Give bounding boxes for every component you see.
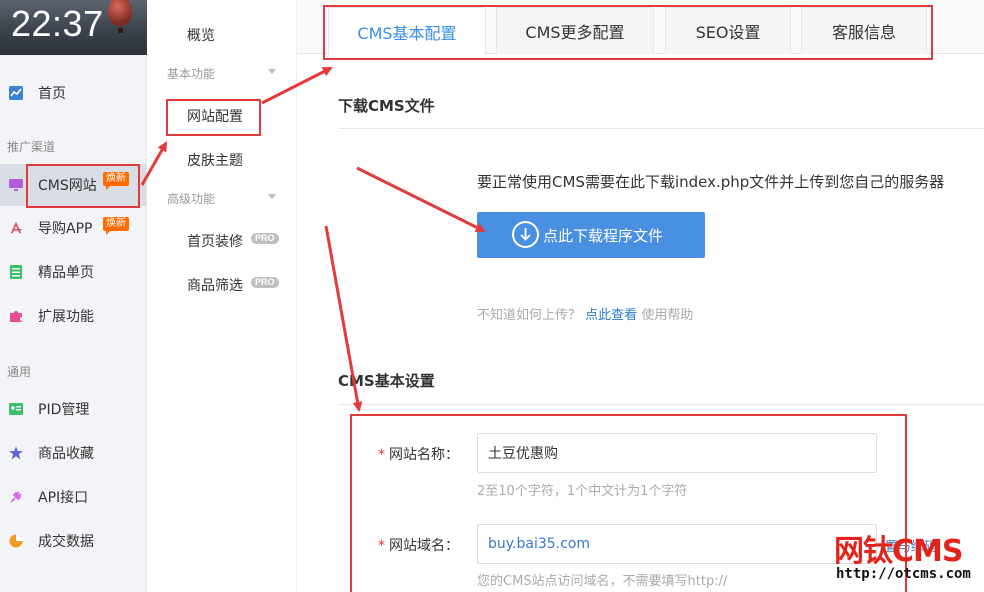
new-badge: 焕新 <box>103 217 129 235</box>
site-name-label: * 网站名称： <box>378 444 459 464</box>
sidebar-item-label: PID管理 <box>38 402 90 418</box>
submenu-label: 网站配置 <box>187 109 243 125</box>
tab-cms-basic[interactable]: CMS基本配置 <box>328 7 486 55</box>
site-name-input[interactable] <box>477 433 877 473</box>
upload-help: 不知道如何上传？ 点此查看 使用帮助 <box>477 304 693 323</box>
sidebar-item-label: 精品单页 <box>38 265 94 281</box>
pro-badge: PRO <box>251 277 279 288</box>
submenu-group-label: 基本功能 <box>167 67 216 81</box>
submenu-label: 首页装修 <box>187 234 243 250</box>
sidebar-item-label: API接口 <box>38 490 89 506</box>
sidebar-item-label: 首页 <box>38 86 66 102</box>
sidebar-item-app[interactable]: 导购APP 焕新 <box>0 208 146 248</box>
domain-hint: 您的CMS站点访问域名，不需要填写http:// <box>477 574 728 589</box>
sidebar-item-deals[interactable]: 成交数据 <box>0 521 146 561</box>
submenu-item-goods-filter[interactable]: 商品筛选 PRO <box>147 269 297 299</box>
download-description: 要正常使用CMS需要在此下载index.php文件并上传到您自己的服务器 <box>477 173 945 191</box>
balloon-icon <box>108 0 132 26</box>
chevron-down-icon <box>268 194 276 199</box>
config-tabs: CMS基本配置 CMS更多配置 SEO设置 客服信息 <box>297 0 984 55</box>
required-mark: * <box>378 538 385 554</box>
sidebar-item-api[interactable]: API接口 <box>0 477 146 517</box>
submenu-group-basic[interactable]: 基本功能 <box>167 65 276 82</box>
sidebar-group-general: 通用 <box>7 365 32 379</box>
site-name-hint: 2至10个字符，1个中文计为1个字符 <box>477 484 688 499</box>
submenu-item-skin[interactable]: 皮肤主题 <box>147 144 297 174</box>
main-sidebar: 22:37 首页 推广渠道 CMS网站 焕新 导购APP 焕新 精品单页 扩展功… <box>0 0 147 592</box>
chart-icon <box>9 86 23 100</box>
tab-seo[interactable]: SEO设置 <box>665 7 791 54</box>
sidebar-group-promo: 推广渠道 <box>7 140 56 154</box>
submenu-group-label: 高级功能 <box>167 192 216 206</box>
sidebar-item-label: 扩展功能 <box>38 309 94 325</box>
sidebar-item-pid[interactable]: PID管理 <box>0 389 146 429</box>
help-link[interactable]: 点此查看 <box>585 308 637 323</box>
submenu-label: 概览 <box>187 28 215 44</box>
tab-customer-service[interactable]: 客服信息 <box>801 7 927 54</box>
divider <box>338 404 984 405</box>
watermark-brand: 网钛CMS <box>834 534 963 569</box>
domain-label: * 网站域名： <box>378 535 459 555</box>
submenu-item-overview[interactable]: 概览 <box>147 19 297 49</box>
site-name-label-text: 网站名称： <box>389 447 459 463</box>
watermark-url: http://otcms.com <box>836 566 971 582</box>
list-icon <box>9 265 23 279</box>
submenu-group-advanced[interactable]: 高级功能 <box>167 190 276 207</box>
new-badge: 焕新 <box>103 172 129 190</box>
basic-settings-title: CMS基本设置 <box>338 372 435 390</box>
arrow-to-download <box>356 166 486 233</box>
pie-chart-icon <box>9 534 23 548</box>
tab-cms-more[interactable]: CMS更多配置 <box>496 7 654 54</box>
sidebar-item-cms[interactable]: CMS网站 焕新 <box>0 164 146 206</box>
app-store-icon <box>9 221 23 235</box>
sidebar-item-home[interactable]: 首页 <box>0 73 146 113</box>
sidebar-item-label: 成交数据 <box>38 534 94 550</box>
help-suffix: 使用帮助 <box>641 308 694 323</box>
puzzle-icon <box>9 309 23 323</box>
sidebar-item-label: 导购APP <box>38 221 93 237</box>
sidebar-item-label: CMS网站 <box>38 178 97 194</box>
sidebar-item-label: 商品收藏 <box>38 446 94 462</box>
pro-badge: PRO <box>251 233 279 244</box>
chevron-down-icon <box>268 69 276 74</box>
submenu-label: 商品筛选 <box>187 278 243 294</box>
sidebar-item-extensions[interactable]: 扩展功能 <box>0 296 146 336</box>
clock-time: 22:37 <box>11 3 104 44</box>
star-icon <box>9 446 23 460</box>
balloon-basket <box>118 28 123 33</box>
watermark: 网钛CMS http://otcms.com <box>832 526 982 588</box>
required-mark: * <box>378 447 385 463</box>
sidebar-item-favorites[interactable]: 商品收藏 <box>0 433 146 473</box>
id-card-icon <box>9 402 23 416</box>
divider <box>338 128 984 129</box>
submenu-label: 皮肤主题 <box>187 153 243 169</box>
download-section-title: 下载CMS文件 <box>338 97 435 115</box>
submenu-item-site-config[interactable]: 网站配置 <box>147 100 297 134</box>
download-button[interactable]: 点此下载程序文件 <box>477 212 705 258</box>
sidebar-item-single-page[interactable]: 精品单页 <box>0 252 146 292</box>
help-prefix: 不知道如何上传？ <box>477 308 582 323</box>
domain-label-text: 网站域名： <box>389 538 459 554</box>
sub-menu: 概览 基本功能 网站配置 皮肤主题 高级功能 首页装修 PRO 商品筛选 PRO <box>147 0 297 592</box>
monitor-icon <box>9 178 23 192</box>
download-icon <box>512 221 539 248</box>
submenu-item-home-decor[interactable]: 首页装修 PRO <box>147 225 297 255</box>
domain-input[interactable] <box>477 524 877 564</box>
download-button-label: 点此下载程序文件 <box>543 227 664 245</box>
clock-banner: 22:37 <box>0 0 147 55</box>
plug-icon <box>9 490 23 504</box>
